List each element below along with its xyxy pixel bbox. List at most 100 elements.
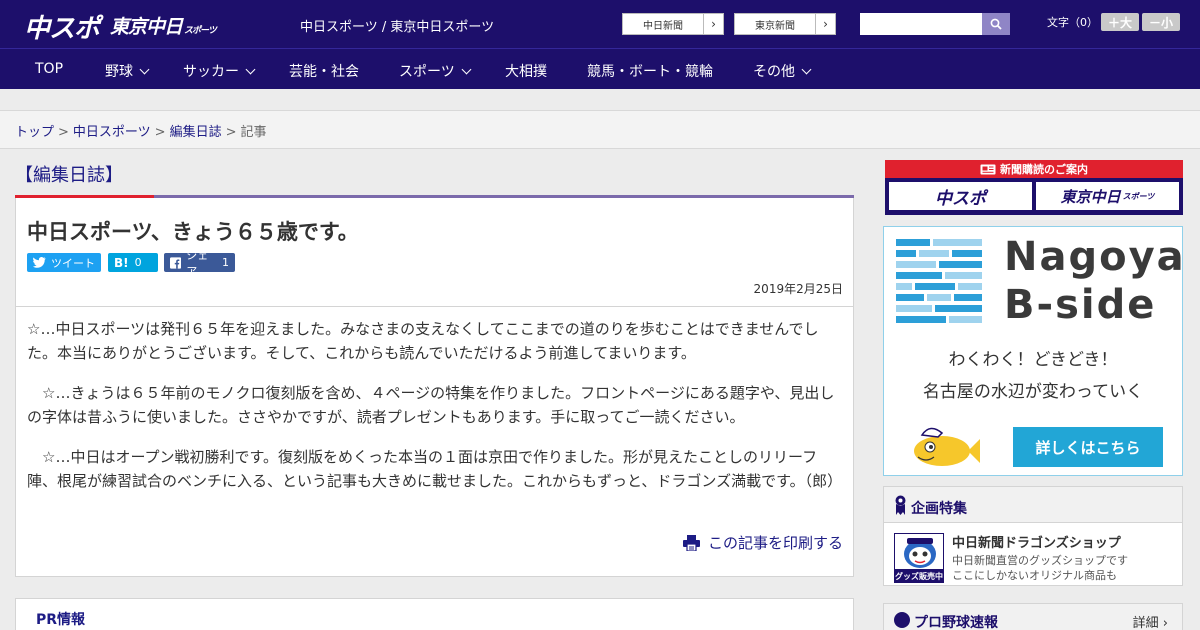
pr-section: PR情報 — [15, 598, 854, 630]
chunichi-shimbun-label: 中日新聞 — [643, 20, 683, 32]
chevron-right-icon: › — [703, 14, 723, 34]
nav-item-entertainment[interactable]: 芸能・社会 — [289, 61, 359, 81]
nav-item-soccer[interactable]: サッカー — [183, 61, 256, 81]
ad-tagline-1: わくわく！どきどき！ — [948, 350, 1118, 370]
chevron-down-icon — [801, 64, 812, 74]
nav-item-sumo[interactable]: 大相撲 — [505, 61, 547, 81]
top-header: 中スポ 東京中日 スポーツ 中日スポーツ / 東京中日スポーツ 中日新聞 › 東京… — [0, 0, 1200, 48]
pr-title: PR情報 — [36, 612, 86, 628]
chevron-down-icon — [461, 64, 472, 74]
chevron-right-icon: › — [815, 14, 835, 34]
print-article-link[interactable]: この記事を印刷する — [682, 532, 843, 553]
print-article-label: この記事を印刷する — [707, 534, 843, 552]
feature-section: 企画特集 グッズ販売中 中日新聞ドラゴンズショップ 中日新聞直営のグッズショップ… — [883, 486, 1183, 586]
breadcrumb-chunichi-sports[interactable]: 中日スポーツ — [73, 125, 151, 140]
tokyo-chunichi-logo[interactable]: 東京中日 スポーツ — [110, 12, 217, 39]
nav-label: 芸能・社会 — [289, 64, 359, 80]
tokyo-logo-text: 東京中日 — [110, 16, 183, 38]
breadcrumb-current: 記事 — [240, 125, 267, 140]
ad-tagline-2: 名古屋の水辺が変わっていく — [922, 382, 1144, 402]
nav-label: スポーツ — [399, 64, 455, 80]
subscription-heading: 新聞購読のご案内 — [885, 160, 1183, 178]
baseball-icon — [894, 612, 910, 628]
hatena-count: 0 — [134, 256, 142, 269]
fish-mascot-icon — [914, 427, 980, 466]
subscription-tokyo-chunichi[interactable]: 東京中日 スポーツ — [1036, 182, 1179, 210]
sidebar: 新聞購読のご案内 中スポ 東京中日 スポーツ Nagoya B-side わくわく… — [883, 149, 1186, 630]
section-title: 【編集日誌】 — [15, 165, 123, 186]
dragons-shop-thumb-label: グッズ販売中 — [895, 569, 943, 582]
ad-brand-line1: Nagoya — [1004, 234, 1186, 280]
tweet-button[interactable]: ツイート — [27, 253, 101, 272]
site-title: 中日スポーツ / 東京中日スポーツ — [300, 20, 495, 35]
article-title: 中日スポーツ、きょう６５歳です。 — [27, 220, 359, 244]
main-nav: TOP 野球 サッカー 芸能・社会 スポーツ 大相撲 競馬・ボート・競輪 その他 — [0, 48, 1200, 89]
nav-label: サッカー — [183, 64, 239, 80]
feature-header: 企画特集 — [884, 487, 1182, 523]
font-size-label: 文字（0） — [1047, 16, 1098, 29]
twitter-bird-icon — [33, 257, 46, 268]
facebook-share-button[interactable]: シェア 1 — [164, 249, 235, 278]
dragons-shop-name[interactable]: 中日新聞ドラゴンズショップ — [952, 532, 1121, 551]
nav-label: その他 — [753, 64, 795, 80]
nagoya-bside-ad[interactable]: Nagoya B-side わくわく！どきどき！ 名古屋の水辺が変わっていく 詳… — [883, 226, 1186, 476]
dragons-shop-desc-line: ここにしかないオリジナル商品も — [952, 569, 1117, 582]
nav-item-sports[interactable]: スポーツ — [399, 61, 472, 81]
main-content: 【編集日誌】 中日スポーツ、きょう６５歳です。 ツイート B! 0 シェア 1 … — [0, 149, 870, 630]
font-smaller-button[interactable]: －小 — [1142, 13, 1180, 31]
chevron-down-icon — [139, 64, 150, 74]
search-icon — [990, 18, 1002, 30]
breadcrumb: トップ > 中日スポーツ > 編集日誌 > 記事 — [0, 111, 1200, 149]
breadcrumb-separator: > — [225, 125, 237, 140]
dragons-mascot-icon — [904, 538, 936, 568]
tokyo-logo-sub: スポーツ — [184, 26, 217, 36]
article-body: ☆…中日スポーツは発刊６５年を迎えました。みなさまの支えなくしてここまでの道のり… — [27, 317, 845, 509]
ad-brand-line2: B-side — [1004, 282, 1157, 328]
search-button[interactable] — [982, 13, 1010, 35]
facebook-share-label: シェア — [186, 248, 209, 278]
article-paragraph: ☆…きょうは６５年前のモノクロ復刻版を含め、４ページの特集を作りました。フロント… — [27, 384, 835, 426]
search-input[interactable] — [860, 13, 982, 35]
nav-label: TOP — [35, 61, 64, 77]
article-paragraph: ☆…中日はオープン戦初勝利です。復刻版をめくった本当の１面は京田で作りました。形… — [27, 448, 843, 490]
tokyo-shimbun-label: 東京新聞 — [755, 20, 795, 32]
nav-item-top[interactable]: TOP — [35, 61, 63, 77]
sub-bar — [0, 89, 1200, 111]
tweet-label: ツイート — [51, 256, 95, 270]
breadcrumb-editorial-diary[interactable]: 編集日誌 — [170, 125, 222, 140]
dragons-shop-desc-line: 中日新聞直営のグッズショップです — [952, 554, 1128, 567]
nav-item-baseball[interactable]: 野球 — [105, 61, 150, 81]
chunichi-shimbun-link[interactable]: 中日新聞 › — [622, 13, 724, 35]
subscription-chuspo[interactable]: 中スポ — [889, 182, 1032, 210]
dragons-shop-thumbnail[interactable]: グッズ販売中 — [894, 533, 944, 583]
hatena-bookmark-button[interactable]: B! 0 — [108, 253, 158, 272]
font-larger-button[interactable]: ＋大 — [1101, 13, 1139, 31]
nav-item-racing[interactable]: 競馬・ボート・競輪 — [587, 61, 713, 81]
nav-label: 競馬・ボート・競輪 — [587, 64, 713, 80]
subscription-heading-text: 新聞購読のご案内 — [1000, 163, 1088, 176]
newspaper-icon — [980, 164, 996, 174]
facebook-share-count: 1 — [222, 256, 229, 269]
scores-details-link[interactable]: 詳細 › — [1133, 612, 1168, 630]
nav-item-other[interactable]: その他 — [753, 61, 812, 81]
ad-brand: Nagoya B-side — [1004, 233, 1186, 329]
nav-label: 野球 — [105, 64, 133, 80]
breadcrumb-top[interactable]: トップ — [15, 125, 54, 140]
hatena-icon: B! — [114, 255, 129, 270]
article-date: 2019年2月25日 — [753, 282, 843, 296]
article-divider — [16, 306, 853, 307]
breadcrumb-separator: > — [58, 125, 69, 140]
tokyo-shimbun-link[interactable]: 東京新聞 › — [734, 13, 836, 35]
chuspo-logo[interactable]: 中スポ — [24, 8, 100, 45]
brick-wall-logo — [896, 239, 982, 323]
article: 中日スポーツ、きょう６５歳です。 ツイート B! 0 シェア 1 2019年2月… — [15, 198, 854, 577]
ribbon-icon — [895, 495, 906, 515]
subscription-tokyo-sub: スポーツ — [1122, 191, 1155, 201]
nav-label: 大相撲 — [505, 64, 547, 80]
subscription-banner[interactable]: 新聞購読のご案内 中スポ 東京中日 スポーツ — [885, 160, 1183, 215]
chevron-down-icon — [245, 64, 256, 74]
ad-details-button[interactable]: 詳しくはこちら — [1013, 427, 1163, 467]
printer-icon — [682, 534, 700, 551]
article-paragraph: ☆…中日スポーツは発刊６５年を迎えました。みなさまの支えなくしてここまでの道のり… — [27, 320, 819, 362]
facebook-icon — [170, 256, 182, 269]
